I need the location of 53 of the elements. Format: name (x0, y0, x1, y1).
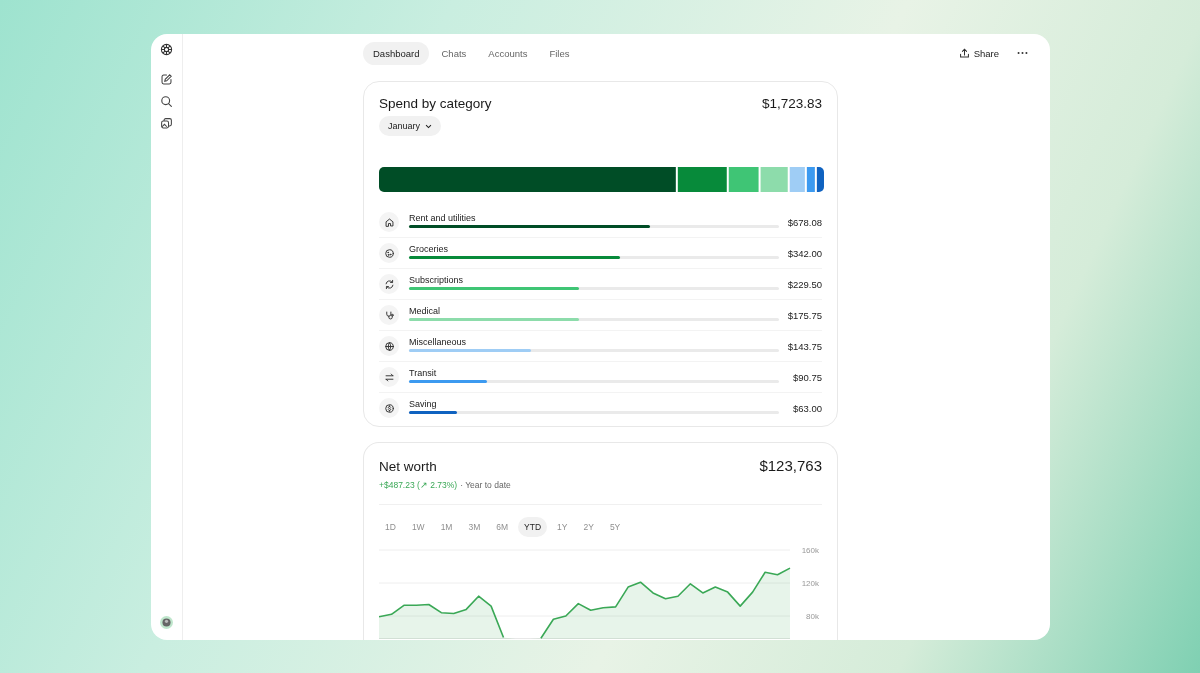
category-label: Medical (409, 305, 441, 316)
range-tab[interactable]: 5Y (603, 517, 627, 537)
axis-tick-label: 80k (806, 612, 819, 621)
change-amount: +$487.23 (↗ 2.73%) (379, 480, 458, 490)
refresh-icon (383, 278, 395, 290)
month-dropdown[interactable]: January (379, 116, 442, 136)
total-amount: $1,723.83 (761, 96, 822, 111)
range-tab[interactable]: 1Y (551, 517, 574, 537)
nav-tab[interactable]: Chats (431, 41, 477, 65)
search-icon[interactable] (160, 95, 173, 108)
avatar-icon[interactable] (160, 616, 173, 629)
range-tab[interactable]: YTD (518, 517, 548, 537)
period-label: · Year to date (460, 480, 511, 490)
category-amount: $342.00 (786, 247, 822, 259)
category-amount: $175.75 (786, 309, 822, 321)
gallery-icon[interactable] (160, 117, 173, 130)
net-worth-value: $123,763 (759, 457, 822, 474)
category-amount: $90.75 (791, 371, 822, 383)
axis-tick-label: 160k (801, 546, 819, 555)
flower-logo-icon[interactable] (160, 43, 173, 56)
more-options-icon[interactable] (1017, 51, 1028, 55)
nav-tab[interactable]: Dashboard (363, 41, 430, 65)
edit-icon[interactable] (160, 73, 173, 86)
category-label: Groceries (409, 243, 449, 254)
dollar-coin-icon (383, 402, 395, 414)
cookie-icon (383, 247, 395, 259)
category-amount: $143.75 (786, 340, 822, 352)
category-label: Subscriptions (409, 274, 465, 285)
share-icon (958, 47, 970, 59)
nav-tab[interactable]: Files (539, 41, 580, 65)
category-label: Rent and utilities (409, 212, 477, 223)
chevron-down-icon (425, 123, 433, 129)
range-tab[interactable]: 1M (434, 517, 459, 537)
category-label: Saving (409, 398, 438, 409)
category-amount: $229.50 (786, 278, 822, 290)
category-amount: $63.00 (791, 402, 822, 414)
category-amount: $678.08 (786, 216, 822, 228)
range-tab[interactable]: 1D (379, 517, 402, 537)
range-tab[interactable]: 2Y (577, 517, 600, 537)
range-tab[interactable]: 3M (462, 517, 487, 537)
house-icon (383, 216, 395, 228)
range-tab[interactable]: 1W (405, 517, 431, 537)
range-tab[interactable]: 6M (490, 517, 515, 537)
stethoscope-icon (383, 309, 395, 321)
globe-icon (383, 340, 395, 352)
card-title: Net worth (379, 459, 437, 474)
card-title: Spend by category (379, 96, 492, 111)
axis-tick-label: 120k (801, 579, 819, 588)
nav-tab[interactable]: Accounts (478, 41, 538, 65)
share-button[interactable]: Share (954, 43, 1003, 63)
transfer-arrows-icon (383, 371, 395, 383)
category-label: Transit (409, 367, 438, 378)
category-label: Miscellaneous (409, 336, 468, 347)
